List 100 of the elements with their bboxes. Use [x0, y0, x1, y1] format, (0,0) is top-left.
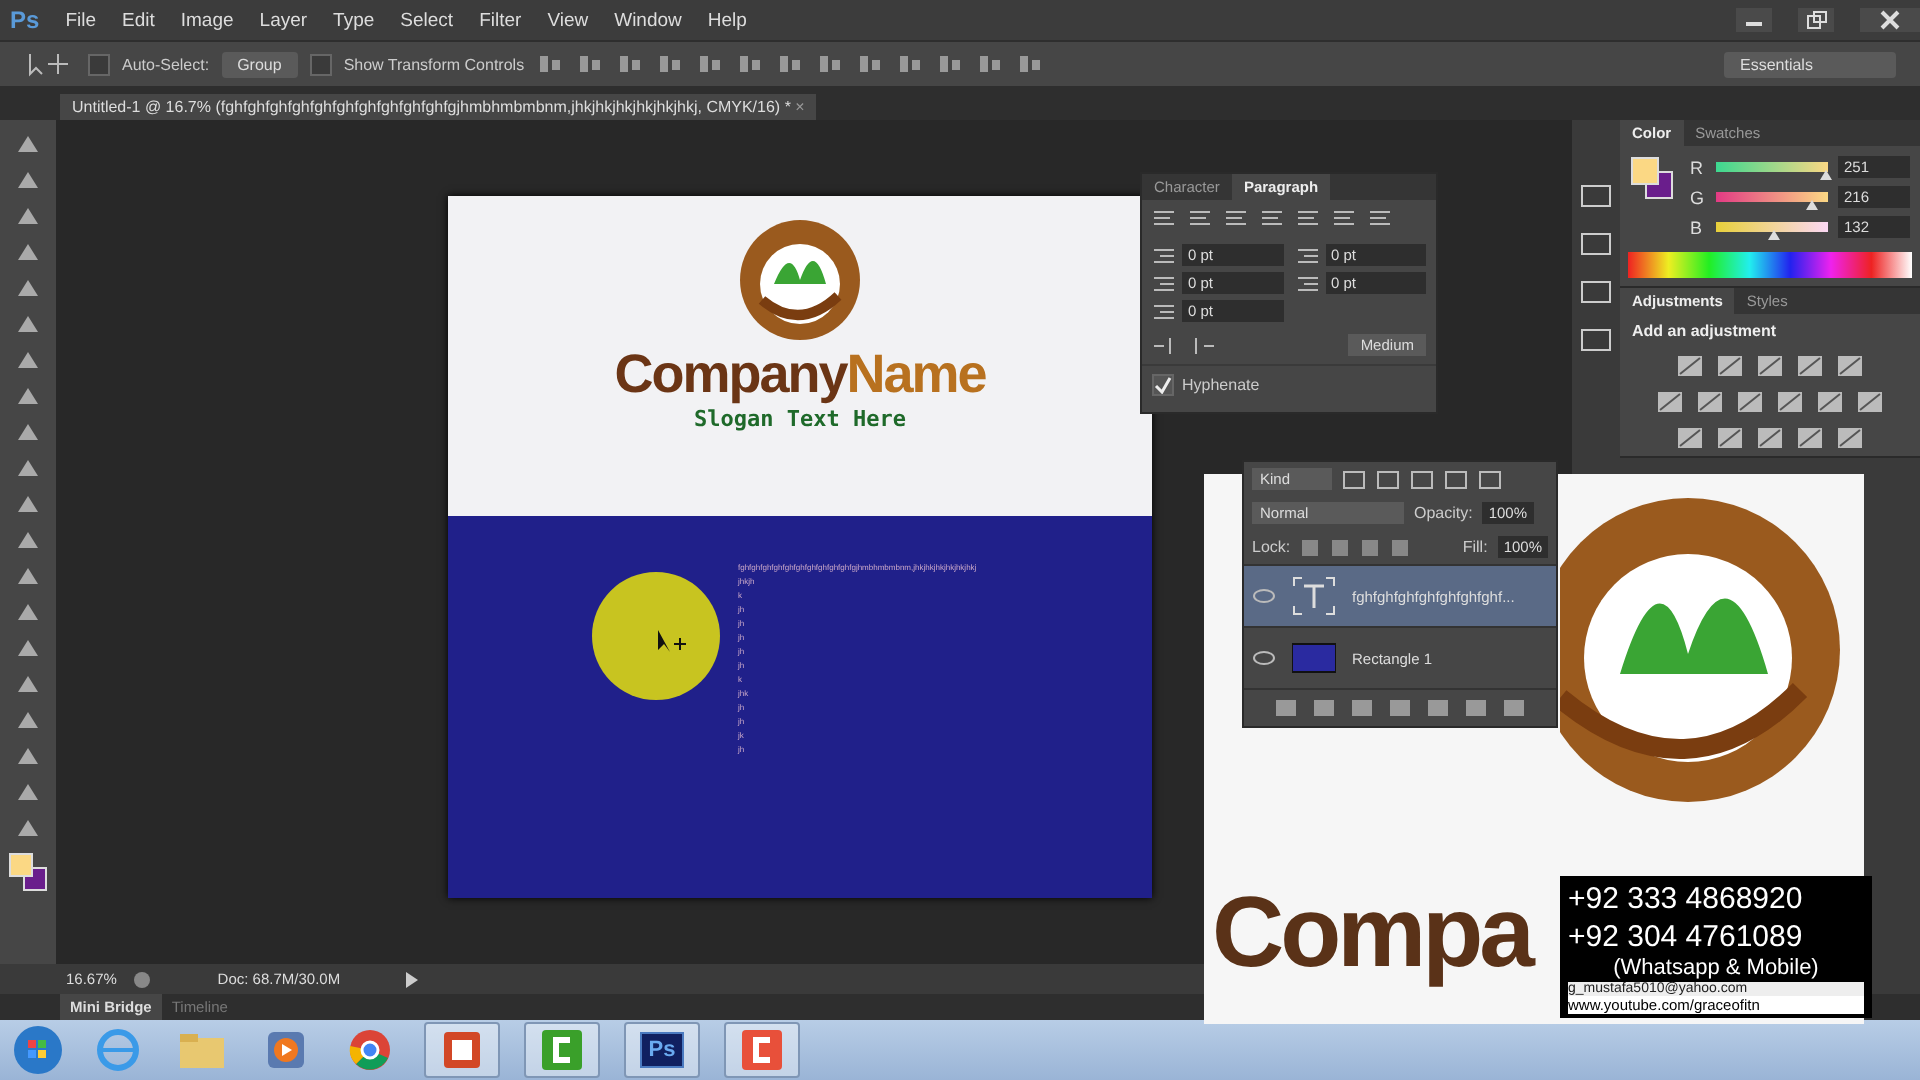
align-icon[interactable] — [896, 52, 925, 76]
adjustment-icon[interactable] — [1696, 390, 1724, 414]
app-logo[interactable]: Ps — [10, 6, 40, 34]
tool-icon[interactable] — [14, 276, 42, 300]
tool-icon[interactable] — [14, 240, 42, 264]
align-icon[interactable] — [936, 52, 965, 76]
tool-icon[interactable] — [14, 636, 42, 660]
align-text-icon[interactable] — [1260, 210, 1284, 230]
tool-icon[interactable] — [14, 348, 42, 372]
tool-icon[interactable] — [14, 600, 42, 624]
info-icon[interactable] — [132, 969, 153, 989]
align-text-icon[interactable] — [1296, 210, 1320, 230]
layer-action-icon[interactable] — [1312, 698, 1336, 718]
color-swatch-icon[interactable] — [1630, 156, 1674, 200]
checkbox[interactable] — [88, 53, 110, 75]
filter-icon[interactable] — [1444, 469, 1468, 489]
workspace-dropdown[interactable]: Essentials — [1724, 51, 1896, 77]
layer-action-icon[interactable] — [1464, 698, 1488, 718]
align-icon[interactable] — [1016, 52, 1045, 76]
tool-icon[interactable] — [14, 564, 42, 588]
adjustment-icon[interactable] — [1796, 354, 1824, 378]
start-orb-icon[interactable] — [12, 1024, 64, 1076]
adjustment-icon[interactable] — [1756, 426, 1784, 450]
tool-icon[interactable] — [14, 492, 42, 516]
adjustment-icon[interactable] — [1676, 354, 1704, 378]
tool-icon[interactable] — [14, 816, 42, 840]
adjustment-icon[interactable] — [1856, 390, 1884, 414]
eye-icon[interactable] — [1252, 650, 1276, 666]
align-text-icon[interactable] — [1368, 210, 1392, 230]
layer-action-icon[interactable] — [1274, 698, 1298, 718]
tool-icon[interactable] — [14, 780, 42, 804]
adjustment-icon[interactable] — [1836, 354, 1864, 378]
color-swatch-icon[interactable] — [8, 852, 48, 892]
tool-icon[interactable] — [14, 312, 42, 336]
play-arrow-icon[interactable] — [404, 971, 421, 987]
layer-action-icon[interactable] — [1350, 698, 1374, 718]
filter-icon[interactable] — [1342, 469, 1366, 489]
tool-icon[interactable] — [14, 672, 42, 696]
tool-icon[interactable] — [14, 384, 42, 408]
layer-action-icon[interactable] — [1502, 698, 1526, 718]
align-icon[interactable] — [576, 52, 605, 76]
menu-item[interactable]: Edit — [122, 9, 155, 31]
filter-icon[interactable] — [1410, 469, 1434, 489]
align-icon[interactable] — [616, 52, 645, 76]
menu-item[interactable]: Image — [180, 9, 234, 31]
align-text-icon[interactable] — [1188, 210, 1212, 230]
align-icon[interactable] — [856, 52, 885, 76]
menu-item[interactable]: Help — [707, 9, 747, 31]
adjustment-icon[interactable] — [1716, 354, 1744, 378]
tool-icon[interactable] — [14, 420, 42, 444]
align-text-icon[interactable] — [1224, 210, 1248, 230]
adjustment-icon[interactable] — [1736, 390, 1764, 414]
restore-icon[interactable] — [1798, 8, 1834, 32]
lock-option-icon[interactable] — [1360, 537, 1381, 557]
adjustment-icon[interactable] — [1756, 354, 1784, 378]
menu-item[interactable]: Filter — [479, 9, 522, 31]
taskbar-app[interactable] — [524, 1022, 600, 1078]
adjustment-icon[interactable] — [1656, 390, 1684, 414]
align-icon[interactable] — [696, 52, 725, 76]
layer-action-icon[interactable] — [1388, 698, 1412, 718]
menu-item[interactable]: Type — [333, 9, 375, 31]
menu-item[interactable]: File — [65, 9, 96, 31]
lock-option-icon[interactable] — [1330, 537, 1351, 557]
align-icon[interactable] — [816, 52, 845, 76]
document-tab[interactable]: Untitled-1 @ 16.7% (fghfghfghfghfghfghfghfghfghfghfgjhmbhmbmbnm,jhkjhkjhkjhkjhkjhkj, CMYK/16) * × — [60, 94, 817, 120]
align-icon[interactable] — [736, 52, 765, 76]
taskbar-app[interactable]: Ps — [624, 1022, 700, 1078]
lock-option-icon[interactable] — [1390, 537, 1411, 557]
tool-icon[interactable] — [14, 528, 42, 552]
align-text-icon[interactable] — [1152, 210, 1176, 230]
taskbar-app[interactable] — [724, 1022, 800, 1078]
minimize-icon[interactable] — [1736, 8, 1772, 32]
align-icon[interactable] — [656, 52, 685, 76]
panel-icon[interactable] — [1578, 324, 1614, 356]
panel-icon[interactable] — [1578, 228, 1614, 260]
align-icon[interactable] — [536, 52, 565, 76]
align-icon[interactable] — [776, 52, 805, 76]
checkbox[interactable] — [1152, 374, 1174, 396]
auto-select-dropdown[interactable]: Group — [221, 51, 298, 77]
tool-icon[interactable] — [14, 168, 42, 192]
color-spectrum[interactable] — [1628, 252, 1912, 278]
adjustment-icon[interactable] — [1796, 426, 1824, 450]
tool-icon[interactable] — [14, 204, 42, 228]
tool-icon[interactable] — [14, 456, 42, 480]
filter-icon[interactable] — [1376, 469, 1400, 489]
adjustment-icon[interactable] — [1776, 390, 1804, 414]
tool-icon[interactable] — [14, 132, 42, 156]
align-icon[interactable] — [976, 52, 1005, 76]
filter-icon[interactable] — [1478, 469, 1502, 489]
checkbox[interactable] — [309, 53, 332, 75]
menu-item[interactable]: View — [547, 9, 589, 31]
adjustment-icon[interactable] — [1816, 390, 1844, 414]
panel-icon[interactable] — [1578, 180, 1614, 212]
tool-icon[interactable] — [14, 708, 42, 732]
adjustment-icon[interactable] — [1836, 426, 1864, 450]
adjustment-icon[interactable] — [1716, 426, 1744, 450]
menu-item[interactable]: Layer — [259, 9, 308, 31]
menu-item[interactable]: Select — [400, 9, 454, 31]
tool-icon[interactable] — [14, 744, 42, 768]
menu-item[interactable]: Window — [614, 9, 682, 31]
